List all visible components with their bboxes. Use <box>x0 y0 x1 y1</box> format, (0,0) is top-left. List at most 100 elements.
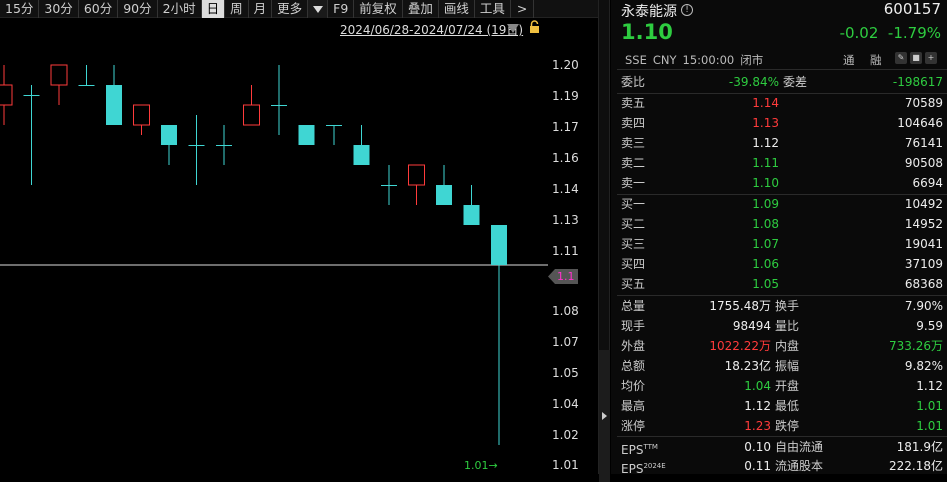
candle <box>491 225 507 445</box>
bell-icon[interactable]: ■ <box>910 52 922 64</box>
expand-arrow-icon[interactable] <box>602 412 607 420</box>
ask-price: 1.10 <box>752 176 779 190</box>
quote-panel: 永泰能源 ! 600157 1.10 -0.02 -1.79% SSE CNY 15… <box>611 0 947 476</box>
eps-row: EPSTTM 0.10 自由流通 181.9亿 <box>621 437 943 457</box>
candle <box>353 125 370 165</box>
candle <box>298 125 315 145</box>
stock-name[interactable]: 永泰能源 <box>621 1 677 21</box>
bid-price: 1.08 <box>752 217 779 231</box>
bid-row[interactable]: 买一 1.09 10492 <box>621 194 943 214</box>
stat-value: 1.04 <box>744 379 771 393</box>
kline-chart[interactable]: 2024/06/28-2024/07/24 (19日) 1.20 1.19 1.17… <box>0 18 598 474</box>
bid-row[interactable]: 买三 1.07 19041 <box>621 234 943 254</box>
ask-label: 卖二 <box>621 156 646 170</box>
overlay-button[interactable]: 叠加 <box>403 0 439 18</box>
bid-volume: 10492 <box>904 197 943 211</box>
period-week[interactable]: 周 <box>225 0 249 18</box>
ask-price: 1.12 <box>752 136 779 150</box>
low-price-label: 1.01→ <box>464 459 498 472</box>
market-meta: SSE CNY 15:00:00 闭市 <box>625 53 764 67</box>
candle <box>188 115 205 185</box>
y-tick-label: 1.02 <box>552 428 579 442</box>
stat-label: 开盘 <box>775 379 800 393</box>
candle <box>216 125 232 165</box>
stat-label: 振幅 <box>775 359 800 373</box>
ask-volume: 104646 <box>897 116 943 130</box>
bid-price: 1.06 <box>752 257 779 271</box>
edit-icon[interactable]: ✎ <box>895 52 907 64</box>
stat-label: 均价 <box>621 379 646 393</box>
bid-label: 买二 <box>621 217 646 231</box>
ask-row[interactable]: 卖五 1.14 70589 <box>621 93 943 113</box>
tools-button[interactable]: 工具 <box>475 0 511 18</box>
period-60min[interactable]: 60分 <box>79 0 119 18</box>
stat-row: 总额 18.23亿 振幅 9.82% <box>621 356 943 376</box>
candle <box>463 185 480 225</box>
stat-row: 涨停 1.23 跌停 1.01 <box>621 416 943 436</box>
stat-row: 均价 1.04 开盘 1.12 <box>621 376 943 396</box>
more-dropdown-icon[interactable] <box>308 0 329 18</box>
y-tick-label: 1.05 <box>552 366 579 380</box>
y-tick-label: 1.19 <box>552 89 579 103</box>
period-day[interactable]: 日 <box>201 0 226 18</box>
y-tick-label: 1.07 <box>552 335 579 349</box>
candle <box>161 125 177 165</box>
bid-row[interactable]: 买四 1.06 37109 <box>621 254 943 274</box>
stat-row: 最高 1.12 最低 1.01 <box>621 396 943 416</box>
eps-value-2: 222.18亿 <box>889 459 943 473</box>
stat-value: 7.90% <box>904 299 943 313</box>
order-ratio-row: 委比 -39.84% 委差 -198617 <box>621 75 943 89</box>
bid-price: 1.07 <box>752 237 779 251</box>
ask-row[interactable]: 卖三 1.12 76141 <box>621 133 943 153</box>
info-icon[interactable]: ! <box>681 4 693 16</box>
tong-badge[interactable]: 通 <box>843 52 855 68</box>
ask-row[interactable]: 卖一 1.10 6694 <box>621 173 943 193</box>
stat-value: 1.01 <box>916 419 943 433</box>
last-price: 1.10 <box>621 20 673 44</box>
period-90min[interactable]: 90分 <box>118 0 158 18</box>
ask-row[interactable]: 卖二 1.11 90508 <box>621 153 943 173</box>
stat-value: 9.59 <box>916 319 943 333</box>
period-30min[interactable]: 30分 <box>39 0 79 18</box>
bid-row[interactable]: 买五 1.05 68368 <box>621 274 943 294</box>
bid-row[interactable]: 买二 1.08 14952 <box>621 214 943 234</box>
eps-row: EPS2024E 0.11 流通股本 222.18亿 <box>621 456 943 476</box>
candle <box>408 164 425 205</box>
candle <box>78 65 95 86</box>
ask-price: 1.14 <box>752 96 779 110</box>
eps-value-2: 181.9亿 <box>896 440 943 454</box>
period-15min[interactable]: 15分 <box>0 0 40 18</box>
stat-label: 总量 <box>621 299 646 313</box>
stock-code: 600157 <box>883 0 941 18</box>
stat-label: 最高 <box>621 399 646 413</box>
stat-label: 现手 <box>621 319 646 333</box>
ask-price: 1.11 <box>752 156 779 170</box>
adjust-button[interactable]: 前复权 <box>354 0 403 18</box>
eps-label: EPS2024E <box>621 462 666 476</box>
draw-line-button[interactable]: 画线 <box>439 0 475 18</box>
price-change: -0.02 -1.79% <box>839 24 941 42</box>
candle <box>381 165 397 205</box>
stat-label: 最低 <box>775 399 800 413</box>
rong-badge[interactable]: 融 <box>870 52 882 68</box>
period-month[interactable]: 月 <box>249 0 273 18</box>
more-periods-button[interactable]: 更多 <box>272 0 309 18</box>
stat-value: 1.01 <box>916 399 943 413</box>
candle <box>326 125 342 145</box>
panel-splitter[interactable] <box>598 0 610 482</box>
bid-label: 买一 <box>621 197 646 211</box>
bid-label: 买三 <box>621 237 646 251</box>
f9-button[interactable]: F9 <box>328 0 355 18</box>
stat-value: 1755.48万 <box>709 299 771 313</box>
y-tick-label: 1.13 <box>552 213 579 227</box>
stat-label: 外盘 <box>621 339 646 353</box>
ask-row[interactable]: 卖四 1.13 104646 <box>621 113 943 133</box>
period-2hour[interactable]: 2小时 <box>158 0 202 18</box>
stat-label: 量比 <box>775 319 800 333</box>
bid-volume: 14952 <box>904 217 943 231</box>
toolbar-next-button[interactable]: > <box>511 0 535 18</box>
y-tick-label: 1.08 <box>552 304 579 318</box>
add-icon[interactable]: + <box>925 52 937 64</box>
ask-volume: 6694 <box>912 176 943 190</box>
candle <box>0 65 13 125</box>
